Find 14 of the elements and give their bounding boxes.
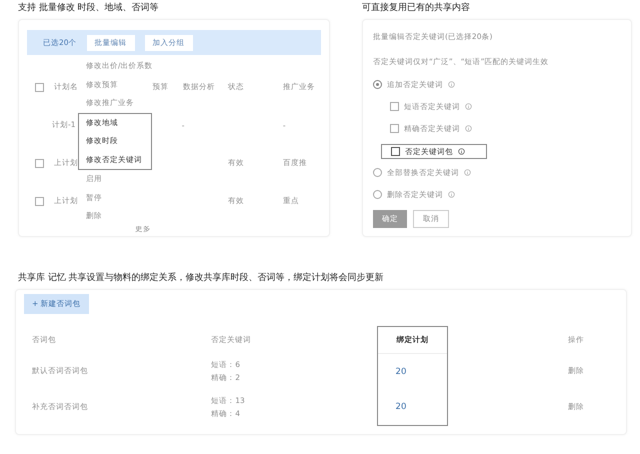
checkbox[interactable] (35, 196, 44, 206)
section-caption: 支持 批量修改 时段、地域、否词等 (18, 3, 160, 14)
checkbox[interactable] (391, 147, 400, 156)
checkbox[interactable] (390, 102, 399, 111)
radio-button[interactable] (373, 80, 382, 89)
radio-button[interactable] (373, 168, 382, 177)
checkbox[interactable] (35, 82, 44, 92)
table-cell: 20 (396, 367, 406, 378)
radio-button[interactable] (373, 190, 382, 199)
table-cell: 20 (396, 402, 406, 412)
checkbox[interactable] (35, 158, 44, 168)
checkbox[interactable] (390, 124, 399, 133)
section-caption: 可直接复用已有的共享内容 (362, 3, 471, 14)
section-caption: 共享库 记忆 共享设置与物料的绑定关系，修改共享库时段、否词等，绑定计划将会同步更新 (18, 273, 385, 284)
